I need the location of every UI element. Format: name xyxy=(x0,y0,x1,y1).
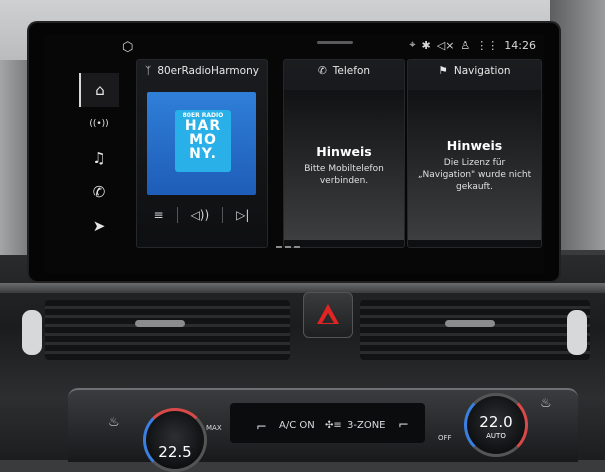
radio-station-name: 80erRadioHarmony xyxy=(157,65,259,77)
vent-wheel-right[interactable] xyxy=(567,310,587,355)
fan-icon: ✣≡ xyxy=(325,420,342,431)
flag-icon: ⚑ xyxy=(438,65,448,77)
logo-line-1: HAR xyxy=(184,118,222,134)
navigation-tile[interactable]: ⚑ Navigation Hinweis Die Lizenz für „Nav… xyxy=(407,59,542,248)
air-vent-left xyxy=(45,300,290,360)
clock: 14:26 xyxy=(504,38,536,52)
sidebar-item-radio[interactable]: ((•)) xyxy=(80,107,118,141)
phone-notice-message: Bitte Mobiltelefon verbinden. xyxy=(304,163,384,186)
sidebar-item-phone[interactable]: ✆ xyxy=(80,175,118,209)
seat-heat-left-icon[interactable]: ♨ xyxy=(108,415,120,430)
zone-status[interactable]: 3-ZONE xyxy=(347,420,386,431)
radio-icon: ((•)) xyxy=(89,119,109,129)
station-logo[interactable]: 80ER RADIO HAR MO NY. xyxy=(147,92,256,195)
page-indicator xyxy=(276,246,300,248)
radio-antenna-icon: ᛉ xyxy=(145,65,152,77)
dashboard-trim xyxy=(0,283,605,293)
status-bar: ⌖ ✱ ◁× ♙ ⋮⋮ 14:26 xyxy=(409,38,536,52)
sidebar-item-media[interactable]: ♫ xyxy=(80,141,118,175)
temp-knob-right[interactable]: 22.0 AUTO xyxy=(464,393,528,457)
navigation-notice-message: Die Lizenz für „Navigation" wurde nicht … xyxy=(417,157,532,192)
page-dot xyxy=(294,246,300,248)
logo-line-2: MO xyxy=(189,132,217,148)
phone-tile-header: ✆ Telefon xyxy=(284,65,404,77)
vent-wheel-left[interactable] xyxy=(22,310,42,355)
auto-label: AUTO xyxy=(486,432,506,440)
sidebar-item-navigation[interactable]: ➤ xyxy=(80,209,118,243)
phone-notice-title: Hinweis xyxy=(316,143,372,159)
radio-controls: ≡ ◁)) ▷| xyxy=(147,200,256,230)
main-sidebar: ⌂ ((•)) ♫ ✆ ➤ xyxy=(79,73,119,243)
temp-right-value: 22.0 xyxy=(479,413,513,431)
radio-tile-header: ᛉ 80erRadioHarmony xyxy=(137,65,267,77)
navigation-tile-header: ⚑ Navigation xyxy=(408,65,541,77)
infotainment-screen: ⬡ ⌖ ✱ ◁× ♙ ⋮⋮ 14:26 ⌂ ((•)) ♫ ✆ ➤ ᛉ 80er… xyxy=(44,35,544,273)
seat-icon[interactable]: ⌐ xyxy=(256,420,267,435)
phone-icon: ✆ xyxy=(92,183,106,201)
ac-status[interactable]: A/C ON xyxy=(279,420,315,431)
navigation-icon: ➤ xyxy=(92,217,106,235)
phone-tile-title: Telefon xyxy=(332,65,371,77)
phone-tile-body: Hinweis Bitte Mobiltelefon verbinden. xyxy=(284,90,404,240)
station-logo-mark: 80ER RADIO HAR MO NY. xyxy=(175,110,231,172)
navigation-tile-body: Hinweis Die Lizenz für „Navigation" wurd… xyxy=(408,90,541,240)
vent-knob-right[interactable] xyxy=(445,320,495,327)
seat-heat-right-icon[interactable]: ♨ xyxy=(540,396,552,411)
station-list-icon[interactable]: ≡ xyxy=(154,208,164,222)
seat-right-icon[interactable]: ⌐ xyxy=(398,418,409,433)
hazard-icon-inner xyxy=(322,313,334,323)
air-vent-right xyxy=(360,300,590,360)
max-label[interactable]: MAX xyxy=(206,424,222,432)
radio-tile[interactable]: ᛉ 80erRadioHarmony 80ER RADIO HAR MO NY.… xyxy=(136,59,268,248)
control-divider xyxy=(222,207,224,223)
off-label[interactable]: OFF xyxy=(438,434,452,442)
temp-knob-left[interactable]: 22.5 xyxy=(143,408,207,472)
temp-left-value: 22.5 xyxy=(158,443,192,461)
home-icon: ⌂ xyxy=(95,81,105,99)
page-dot xyxy=(285,246,291,248)
hazard-button[interactable] xyxy=(303,292,353,338)
bluetooth-icon: ✱ xyxy=(421,38,431,52)
phone-header-icon: ✆ xyxy=(317,65,327,77)
pull-down-handle[interactable] xyxy=(317,41,353,44)
logo-line-3: NY. xyxy=(189,146,217,162)
navigation-notice-title: Hinweis xyxy=(446,137,503,153)
vent-knob-left[interactable] xyxy=(135,320,185,327)
location-icon: ⌖ xyxy=(409,38,416,51)
sidebar-item-home[interactable]: ⌂ xyxy=(79,73,119,107)
page-dot xyxy=(276,246,282,248)
phone-tile[interactable]: ✆ Telefon Hinweis Bitte Mobiltelefon ver… xyxy=(283,59,405,248)
settings-icon[interactable]: ⬡ xyxy=(122,40,133,55)
mute-icon: ◁× xyxy=(436,38,455,52)
navigation-tile-title: Navigation xyxy=(453,65,511,77)
control-divider xyxy=(176,207,178,223)
volume-icon[interactable]: ◁)) xyxy=(191,208,210,222)
user-icon: ♙ xyxy=(460,38,471,52)
next-station-icon[interactable]: ▷| xyxy=(236,208,249,222)
signal-icon: ⋮⋮ xyxy=(476,38,499,52)
music-icon: ♫ xyxy=(92,149,106,167)
